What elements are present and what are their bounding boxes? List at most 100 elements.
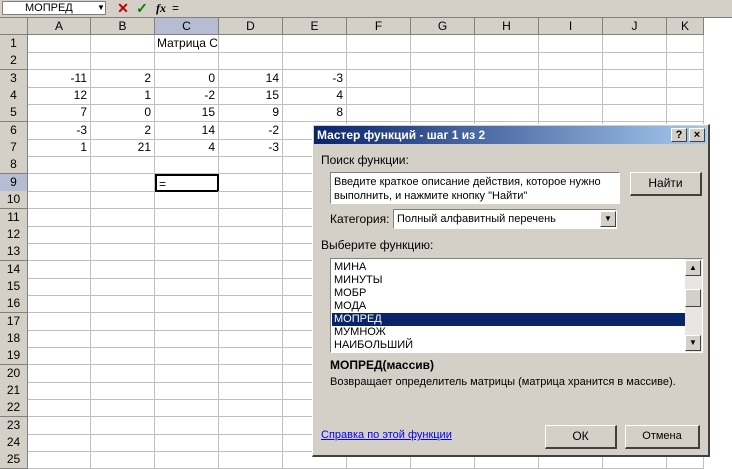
cell-c1[interactable]: Матрица С xyxy=(155,35,219,53)
cell-a23[interactable] xyxy=(28,416,91,435)
cell-d19[interactable] xyxy=(219,347,283,366)
row-header-17[interactable]: 17 xyxy=(0,312,28,331)
column-header-k[interactable]: K xyxy=(667,18,704,35)
function-list-item[interactable]: МУМНОЖ xyxy=(332,326,685,339)
cell-b4[interactable]: 1 xyxy=(91,87,155,106)
cell-a24[interactable] xyxy=(28,434,91,453)
cell-a2[interactable] xyxy=(28,52,91,71)
scroll-down-icon[interactable]: ▼ xyxy=(685,335,701,351)
cell-a5[interactable]: 7 xyxy=(28,104,91,123)
row-header-7[interactable]: 7 xyxy=(0,139,28,158)
cell-c2[interactable] xyxy=(155,52,219,71)
cell-d15[interactable] xyxy=(219,277,283,296)
cell-a13[interactable] xyxy=(28,243,91,262)
cell-k3[interactable] xyxy=(667,69,704,88)
cell-k2[interactable] xyxy=(667,52,704,71)
cell-d2[interactable] xyxy=(219,52,283,71)
cell-h5[interactable] xyxy=(475,104,539,123)
row-header-9[interactable]: 9 xyxy=(0,173,28,192)
cell-d22[interactable] xyxy=(219,399,283,418)
cell-d13[interactable] xyxy=(219,243,283,262)
name-box-dropdown-icon[interactable]: ▼ xyxy=(96,2,106,14)
cell-b6[interactable]: 2 xyxy=(91,121,155,140)
scroll-thumb[interactable] xyxy=(685,289,701,307)
cell-d16[interactable] xyxy=(219,295,283,314)
function-list-item[interactable]: НАИБОЛЬШИЙ xyxy=(332,339,685,352)
cell-a12[interactable] xyxy=(28,225,91,244)
cell-c7[interactable]: 4 xyxy=(155,139,219,158)
cell-j5[interactable] xyxy=(603,104,667,123)
cell-b3[interactable]: 2 xyxy=(91,69,155,88)
cell-j3[interactable] xyxy=(603,69,667,88)
cell-b25[interactable] xyxy=(91,451,155,469)
cell-c12[interactable] xyxy=(155,225,219,244)
insert-function-icon[interactable]: fx xyxy=(153,0,169,16)
cell-c14[interactable] xyxy=(155,260,219,279)
column-header-h[interactable]: H xyxy=(475,18,539,35)
cell-b20[interactable] xyxy=(91,364,155,383)
cell-e1[interactable] xyxy=(283,35,347,53)
cell-i2[interactable] xyxy=(539,52,603,71)
cancel-button[interactable]: Отмена xyxy=(625,425,700,449)
row-header-11[interactable]: 11 xyxy=(0,208,28,227)
cell-c23[interactable] xyxy=(155,416,219,435)
function-list-item[interactable]: МОПРЕД xyxy=(332,313,685,326)
cell-d11[interactable] xyxy=(219,208,283,227)
cell-b22[interactable] xyxy=(91,399,155,418)
row-header-15[interactable]: 15 xyxy=(0,277,28,296)
cell-g5[interactable] xyxy=(411,104,475,123)
row-header-19[interactable]: 19 xyxy=(0,347,28,366)
cell-d6[interactable]: -2 xyxy=(219,121,283,140)
cell-a7[interactable]: 1 xyxy=(28,139,91,158)
cell-k4[interactable] xyxy=(667,87,704,106)
cell-d23[interactable] xyxy=(219,416,283,435)
cell-i5[interactable] xyxy=(539,104,603,123)
cell-k1[interactable] xyxy=(667,35,704,53)
cell-a4[interactable]: 12 xyxy=(28,87,91,106)
row-header-25[interactable]: 25 xyxy=(0,451,28,469)
cancel-icon[interactable]: ✕ xyxy=(115,0,131,16)
cell-d18[interactable] xyxy=(219,329,283,348)
name-box[interactable]: МОПРЕД xyxy=(2,1,106,15)
cell-c20[interactable] xyxy=(155,364,219,383)
cell-j2[interactable] xyxy=(603,52,667,71)
column-header-b[interactable]: B xyxy=(91,18,155,35)
cell-a3[interactable]: -11 xyxy=(28,69,91,88)
cell-h4[interactable] xyxy=(475,87,539,106)
cell-d25[interactable] xyxy=(219,451,283,469)
cell-b18[interactable] xyxy=(91,329,155,348)
cell-i4[interactable] xyxy=(539,87,603,106)
row-header-21[interactable]: 21 xyxy=(0,382,28,400)
cell-d4[interactable]: 15 xyxy=(219,87,283,106)
cell-h2[interactable] xyxy=(475,52,539,71)
cell-j4[interactable] xyxy=(603,87,667,106)
scroll-up-icon[interactable]: ▲ xyxy=(685,260,701,276)
cell-j1[interactable] xyxy=(603,35,667,53)
cell-c18[interactable] xyxy=(155,329,219,348)
cell-c21[interactable] xyxy=(155,382,219,400)
cell-d10[interactable] xyxy=(219,191,283,210)
cell-e2[interactable] xyxy=(283,52,347,71)
cell-g4[interactable] xyxy=(411,87,475,106)
cell-h1[interactable] xyxy=(475,35,539,53)
category-select[interactable]: Полный алфавитный перечень xyxy=(393,209,617,229)
cell-c25[interactable] xyxy=(155,451,219,469)
search-input[interactable]: Введите краткое описание действия, котор… xyxy=(330,172,620,204)
cell-a10[interactable] xyxy=(28,191,91,210)
cell-c6[interactable]: 14 xyxy=(155,121,219,140)
cell-c16[interactable] xyxy=(155,295,219,314)
cell-d7[interactable]: -3 xyxy=(219,139,283,158)
cell-f2[interactable] xyxy=(347,52,411,71)
cell-c11[interactable] xyxy=(155,208,219,227)
cell-a6[interactable]: -3 xyxy=(28,121,91,140)
column-header-d[interactable]: D xyxy=(219,18,283,35)
cell-h3[interactable] xyxy=(475,69,539,88)
column-header-g[interactable]: G xyxy=(411,18,475,35)
cell-d20[interactable] xyxy=(219,364,283,383)
cell-a18[interactable] xyxy=(28,329,91,348)
cell-b19[interactable] xyxy=(91,347,155,366)
cell-d5[interactable]: 9 xyxy=(219,104,283,123)
cell-d14[interactable] xyxy=(219,260,283,279)
cell-a20[interactable] xyxy=(28,364,91,383)
cell-c9[interactable]: = xyxy=(155,173,219,192)
